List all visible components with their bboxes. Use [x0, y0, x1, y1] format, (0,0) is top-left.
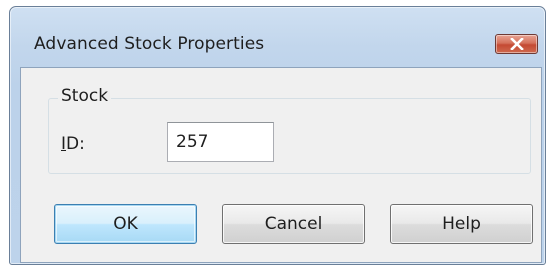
window-title: Advanced Stock Properties — [34, 34, 265, 54]
stock-groupbox — [48, 98, 531, 174]
help-button[interactable]: Help — [390, 204, 533, 244]
cancel-button[interactable]: Cancel — [222, 204, 365, 244]
id-label-text: D: — [66, 134, 85, 154]
close-x-icon — [509, 38, 524, 50]
dialog-client-area: Stock ID: OK Cancel Help — [20, 67, 542, 263]
close-button[interactable] — [495, 34, 538, 54]
dialog-window: Advanced Stock Properties Stock ID: OK C… — [9, 6, 546, 265]
groupbox-label: Stock — [58, 86, 112, 106]
id-label: ID: — [61, 134, 85, 154]
id-input[interactable] — [167, 122, 274, 162]
ok-button[interactable]: OK — [54, 204, 197, 244]
